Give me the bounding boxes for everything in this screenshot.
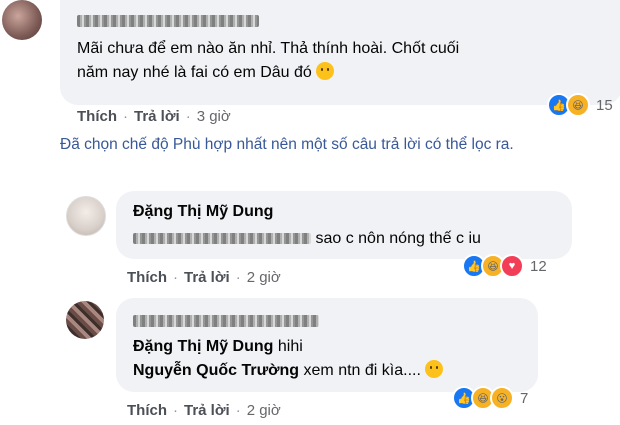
smile-emoji-icon — [316, 62, 335, 80]
reaction-count: 15 — [596, 96, 613, 114]
reply-author[interactable]: Đặng Thị Mỹ Dung — [133, 203, 273, 221]
reaction-count: 12 — [530, 257, 547, 275]
haha-icon: 😆 — [566, 93, 590, 117]
like-button[interactable]: Thích — [127, 269, 167, 286]
comment-text-line1: Mãi chưa để em nào ăn nhỉ. Thả thính hoà… — [77, 40, 460, 57]
smile-emoji-icon — [425, 360, 444, 378]
reaction-summary[interactable]: 👍 😆 ♥ 12 — [462, 254, 547, 278]
reply-text: sao c nôn nóng thế c iu — [133, 227, 481, 251]
love-icon: ♥ — [500, 254, 524, 278]
reply-author-blurred[interactable] — [133, 312, 319, 330]
wow-icon: 😮 — [490, 386, 514, 410]
blurred-name — [77, 14, 259, 27]
timestamp[interactable]: 2 giờ — [247, 269, 281, 286]
reply-text-content: sao c nôn nóng thế c iu — [315, 230, 481, 247]
like-button[interactable]: Thích — [77, 108, 117, 125]
blurred-name — [133, 314, 319, 327]
comment-actions: Thích · Trả lời · 3 giờ — [77, 108, 231, 125]
mention-link[interactable]: Đặng Thị Mỹ Dung — [133, 338, 273, 355]
reply-button[interactable]: Trả lời — [184, 402, 230, 419]
like-button[interactable]: Thích — [127, 402, 167, 419]
filter-notice: Đã chọn chế độ Phù hợp nhất nên một số c… — [60, 136, 514, 153]
avatar[interactable] — [2, 0, 42, 40]
avatar[interactable] — [66, 301, 104, 339]
timestamp[interactable]: 2 giờ — [247, 402, 281, 419]
reply-actions: Thích · Trả lời · 2 giờ — [127, 269, 281, 286]
reply-button[interactable]: Trả lời — [184, 269, 230, 286]
reply-text: Đặng Thị Mỹ Dung hihi Nguyễn Quốc Trường… — [133, 335, 533, 383]
reply-text-content: xem ntn đi kìa.... — [303, 362, 421, 379]
comment-author-blurred[interactable] — [77, 12, 259, 30]
blurred-mention — [133, 233, 311, 245]
reply-text-content: hihi — [277, 338, 303, 355]
comment-text: Mãi chưa để em nào ăn nhỉ. Thả thính hoà… — [77, 37, 617, 85]
avatar[interactable] — [66, 196, 106, 236]
reaction-count: 7 — [520, 389, 529, 407]
mention-link[interactable]: Nguyễn Quốc Trường — [133, 362, 299, 379]
reply-actions: Thích · Trả lời · 2 giờ — [127, 402, 281, 419]
reaction-summary[interactable]: 👍 😆 15 — [547, 93, 613, 117]
comment-text-line2: năm nay nhé là fai có em Dâu đó — [77, 64, 312, 81]
timestamp[interactable]: 3 giờ — [197, 108, 231, 125]
reply-button[interactable]: Trả lời — [134, 108, 180, 125]
reaction-summary[interactable]: 👍 😆 😮 7 — [452, 386, 528, 410]
